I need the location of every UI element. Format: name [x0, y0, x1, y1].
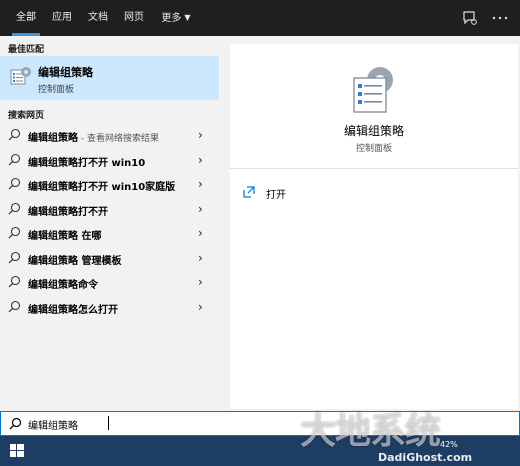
web-result-query: 编辑组策略命令 — [28, 280, 98, 291]
tab-more-label: 更多 — [161, 13, 182, 24]
web-result-item[interactable]: 编辑组策略 在哪 › — [0, 221, 219, 245]
divider — [230, 168, 518, 169]
web-result-query: 编辑组策略 — [28, 133, 78, 144]
search-tabs-bar: 全部 应用 文档 网页 更多 ▼ — [0, 0, 520, 36]
preview-app-name: 编辑组策略 — [343, 124, 404, 138]
search-icon — [9, 417, 22, 430]
chevron-right-icon[interactable]: › — [198, 251, 203, 265]
web-result-query: 编辑组策略怎么打开 — [28, 304, 118, 316]
web-result-item[interactable]: 编辑组策略打不开 win10家庭版 › — [0, 172, 219, 196]
group-policy-icon — [10, 67, 31, 85]
web-result-text: 编辑组策略打不开 win10 — [28, 154, 145, 169]
chevron-right-icon[interactable]: › — [198, 177, 203, 191]
search-icon — [8, 128, 21, 141]
open-label: 打开 — [266, 190, 286, 201]
search-box[interactable]: 编辑组策略 — [0, 411, 520, 436]
web-result-text: 编辑组策略怎么打开 — [28, 301, 118, 316]
chevron-right-icon[interactable]: › — [198, 275, 203, 289]
group-policy-large-icon — [353, 67, 393, 113]
web-result-query: 编辑组策略打不开 — [28, 206, 108, 218]
web-result-query: 编辑组策略打不开 win10家庭版 — [28, 182, 176, 193]
web-result-query: 编辑组策略 — [28, 255, 78, 267]
web-result-query: 编辑组策略 — [28, 231, 78, 242]
tab-all[interactable]: 全部 — [8, 0, 44, 36]
preview-card: 编辑组策略 控制面板 打开 — [230, 44, 518, 409]
text-cursor — [108, 416, 109, 430]
search-icon — [8, 177, 21, 190]
web-result-suffix: 管理模板 — [78, 255, 122, 267]
web-result-text: 编辑组策略 在哪 — [28, 227, 101, 242]
web-result-item[interactable]: 编辑组策略 - 查看网络搜索结果 › — [0, 123, 219, 147]
watermark-url: DadiGhost.com — [378, 451, 473, 464]
chevron-right-icon[interactable]: › — [198, 153, 203, 167]
tab-documents-label: 文档 — [88, 12, 108, 23]
more-options-icon[interactable] — [490, 8, 510, 28]
tab-web[interactable]: 网页 — [118, 0, 150, 36]
web-result-hint: - 查看网络搜索结果 — [78, 134, 159, 144]
chevron-down-icon: ▼ — [184, 13, 191, 22]
web-result-item[interactable]: 编辑组策略 管理模板 › — [0, 246, 219, 270]
best-match-heading: 最佳匹配 — [8, 45, 45, 55]
battery-percent: 42% — [440, 440, 458, 449]
web-result-query: 编辑组策略打不开 win10 — [28, 157, 146, 169]
preview-pane: 编辑组策略 控制面板 打开 — [226, 36, 520, 411]
search-icon — [8, 275, 21, 288]
web-result-item[interactable]: 编辑组策略怎么打开 › — [0, 295, 219, 319]
web-result-text: 编辑组策略打不开 win10家庭版 — [28, 178, 175, 193]
web-result-item[interactable]: 编辑组策略打不开 › — [0, 197, 219, 221]
results-pane: 最佳匹配 编辑组策略 控制面板 搜索网页 编辑组策略 - 查看网络搜索结果 › 编辑… — [0, 36, 226, 411]
best-match-subtitle: 控制面板 — [38, 85, 75, 95]
web-result-suffix: 在哪 — [78, 231, 102, 242]
search-input-value[interactable]: 编辑组策略 — [28, 417, 78, 432]
web-result-text: 编辑组策略 - 查看网络搜索结果 — [28, 129, 159, 144]
watermark-logo: 大地系统 — [300, 411, 441, 452]
tab-all-label: 全部 — [16, 12, 36, 23]
best-match-result[interactable]: 编辑组策略 控制面板 — [0, 56, 219, 100]
web-result-text: 编辑组策略打不开 — [28, 203, 108, 218]
web-result-item[interactable]: 编辑组策略命令 › — [0, 270, 219, 294]
search-icon — [8, 202, 21, 214]
web-search-heading: 搜索网页 — [8, 111, 45, 121]
tab-apps[interactable]: 应用 — [46, 0, 78, 36]
windows-start-icon[interactable] — [4, 439, 30, 463]
search-icon — [8, 300, 21, 312]
web-result-text: 编辑组策略 管理模板 — [28, 252, 121, 267]
search-icon — [8, 251, 21, 263]
chevron-right-icon[interactable]: › — [198, 128, 203, 142]
feedback-icon[interactable] — [460, 8, 480, 28]
search-icon — [8, 226, 21, 239]
web-result-item[interactable]: 编辑组策略打不开 win10 › — [0, 148, 219, 172]
chevron-right-icon[interactable]: › — [198, 202, 203, 216]
search-icon — [8, 153, 21, 165]
web-result-text: 编辑组策略命令 — [28, 276, 98, 291]
tab-documents[interactable]: 文档 — [82, 0, 114, 36]
chevron-right-icon[interactable]: › — [198, 300, 203, 314]
tab-more[interactable]: 更多 ▼ — [155, 0, 197, 36]
tab-apps-label: 应用 — [52, 12, 72, 23]
best-match-title: 编辑组策略 — [38, 66, 93, 79]
chevron-right-icon[interactable]: › — [198, 226, 203, 240]
tab-web-label: 网页 — [124, 12, 144, 23]
open-icon — [243, 186, 255, 198]
preview-app-category: 控制面板 — [355, 144, 392, 154]
